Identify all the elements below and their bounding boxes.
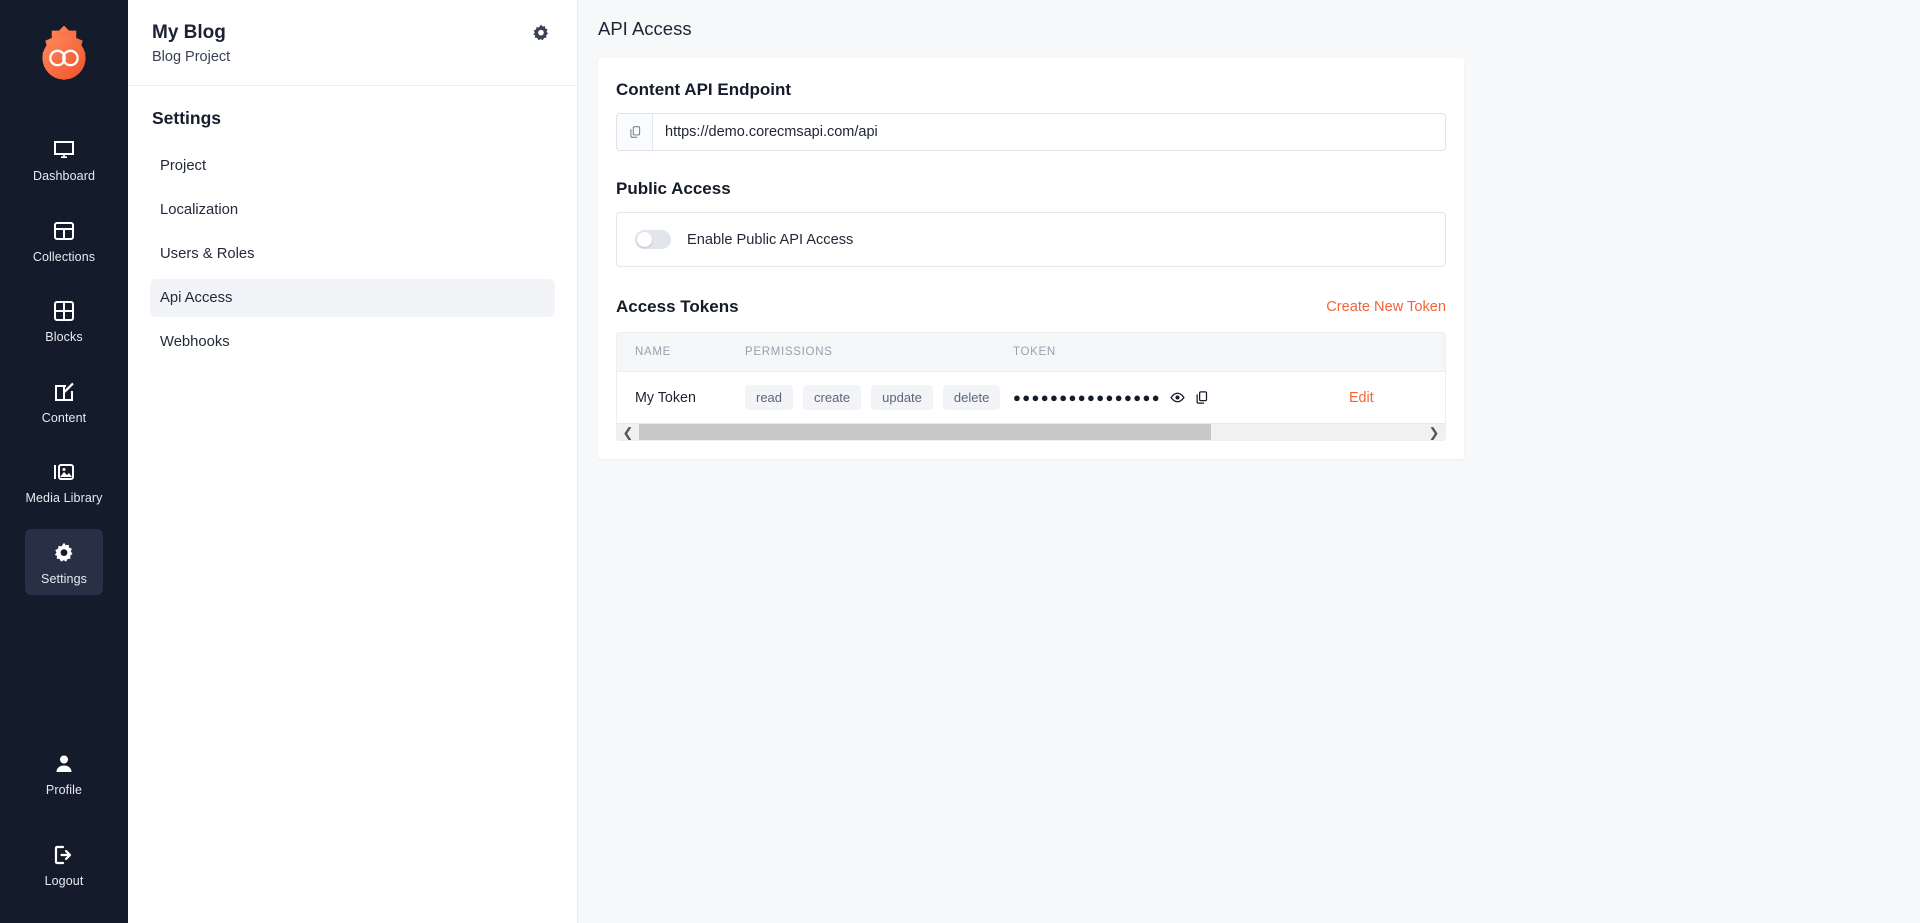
- permission-pill-update: update: [871, 385, 933, 410]
- masked-token-value: ●●●●●●●●●●●●●●●●: [1013, 390, 1162, 405]
- gear-icon: [52, 541, 76, 565]
- card-body: Content API Endpoint https://demo.corecm…: [598, 80, 1464, 441]
- chevron-right-icon[interactable]: ❯: [1423, 426, 1445, 439]
- table-icon: [52, 219, 76, 243]
- settings-section-title: Settings: [152, 107, 222, 128]
- sidebar-item-webhooks[interactable]: Webhooks: [150, 323, 555, 361]
- rail-item-label: Collections: [32, 249, 96, 264]
- gear-icon[interactable]: [531, 23, 551, 43]
- copy-icon[interactable]: [617, 114, 653, 150]
- column-header-name: NAME: [617, 333, 745, 372]
- api-access-card: Content API Endpoint https://demo.corecm…: [598, 58, 1464, 459]
- settings-sidebar: My Blog Blog Project Settings Project Lo…: [128, 0, 578, 923]
- column-header-actions: [1349, 333, 1445, 372]
- rail-item-label: Profile: [45, 783, 83, 797]
- permission-pill-read: read: [745, 385, 794, 410]
- public-access-box: Enable Public API Access: [616, 212, 1446, 267]
- main-content: API Access Content API Endpoint https://…: [578, 0, 1920, 923]
- eye-icon[interactable]: [1170, 390, 1185, 405]
- rail-item-label: Logout: [44, 873, 84, 888]
- create-new-token-button[interactable]: Create New Token: [1326, 299, 1446, 315]
- scrollbar-track[interactable]: [639, 423, 1423, 440]
- settings-nav-panel: Settings Project Localization Users & Ro…: [128, 86, 577, 361]
- rail-item-label: Settings: [41, 571, 87, 586]
- rail-item-collections[interactable]: Collections: [25, 207, 103, 274]
- tokens-table: NAME PERMISSIONS TOKEN My Token read cre…: [617, 333, 1445, 423]
- token-value-group: ●●●●●●●●●●●●●●●●: [1013, 390, 1349, 405]
- grid-icon: [52, 299, 76, 323]
- access-tokens-header: Access Tokens Create New Token: [616, 297, 1446, 317]
- project-subtitle: Blog Project: [152, 48, 231, 65]
- tokens-table-horizontal-scrollbar[interactable]: ❮ ❯: [617, 423, 1445, 440]
- app-root: Dashboard Collections Blocks Content Med…: [0, 0, 1920, 923]
- copy-icon[interactable]: [1194, 390, 1209, 405]
- token-permissions: read create update delete: [745, 372, 1013, 424]
- table-row: My Token read create update delete ●●●●●…: [617, 372, 1445, 424]
- monitor-icon: [52, 138, 76, 162]
- rail-item-settings[interactable]: Settings: [25, 528, 103, 595]
- token-name: My Token: [635, 389, 696, 406]
- project-name: My Blog: [152, 22, 226, 43]
- public-access-title: Public Access: [616, 179, 731, 198]
- chevron-left-icon[interactable]: ❮: [617, 426, 639, 439]
- rail-item-media-library[interactable]: Media Library: [25, 448, 103, 515]
- column-header-token: TOKEN: [1013, 333, 1349, 372]
- user-icon: [52, 752, 76, 776]
- rail-item-label: Blocks: [45, 330, 83, 344]
- page-title: API Access: [598, 18, 692, 39]
- toggle-knob: [637, 232, 652, 247]
- rail-item-blocks[interactable]: Blocks: [25, 287, 103, 354]
- endpoint-field: https://demo.corecmsapi.com/api: [616, 113, 1446, 151]
- permission-pill-delete: delete: [942, 385, 1001, 410]
- token-actions-cell: Edit: [1349, 372, 1445, 424]
- rail-item-logout[interactable]: Logout: [25, 831, 103, 898]
- permission-pill-create: create: [803, 385, 862, 410]
- tokens-table-body: My Token read create update delete ●●●●●…: [617, 372, 1445, 424]
- content-api-endpoint-title: Content API Endpoint: [616, 80, 792, 99]
- rail-item-label: Media Library: [25, 491, 103, 505]
- column-header-permissions: PERMISSIONS: [745, 333, 1013, 372]
- rail-item-dashboard[interactable]: Dashboard: [25, 126, 103, 193]
- image-icon: [52, 460, 76, 484]
- table-header-row: NAME PERMISSIONS TOKEN: [617, 333, 1445, 372]
- edit-token-button[interactable]: Edit: [1349, 390, 1374, 406]
- access-tokens-title: Access Tokens: [616, 297, 739, 316]
- rail-item-label: Dashboard: [32, 169, 96, 183]
- sidebar-item-users-roles[interactable]: Users & Roles: [150, 235, 555, 273]
- rail-item-content[interactable]: Content: [25, 368, 103, 435]
- endpoint-value[interactable]: https://demo.corecmsapi.com/api: [653, 114, 1445, 150]
- sidebar-item-project[interactable]: Project: [150, 147, 555, 185]
- token-value-cell: ●●●●●●●●●●●●●●●●: [1013, 372, 1349, 424]
- sidebar-item-localization[interactable]: Localization: [150, 191, 555, 229]
- rail-item-list: Dashboard Collections Blocks Content Med…: [0, 126, 128, 609]
- rail-item-label: Content: [41, 410, 87, 425]
- settings-nav-list: Project Localization Users & Roles Api A…: [150, 147, 555, 361]
- sidebar-item-api-access[interactable]: Api Access: [150, 278, 555, 317]
- tokens-table-head: NAME PERMISSIONS TOKEN: [617, 333, 1445, 372]
- toggle-label: Enable Public API Access: [687, 231, 854, 248]
- project-header-text: My Blog Blog Project: [152, 20, 230, 65]
- scrollbar-thumb[interactable]: [639, 423, 1212, 440]
- enable-public-api-toggle[interactable]: [635, 230, 671, 249]
- rail-bottom-group: Profile Logout: [0, 740, 128, 897]
- primary-nav-rail: Dashboard Collections Blocks Content Med…: [0, 0, 128, 923]
- edit-square-icon: [52, 380, 76, 404]
- tokens-table-wrapper: NAME PERMISSIONS TOKEN My Token read cre…: [616, 332, 1446, 441]
- infinity-gear-logo: [28, 22, 100, 94]
- project-header: My Blog Blog Project: [128, 0, 577, 86]
- logout-icon: [52, 843, 76, 867]
- rail-item-profile[interactable]: Profile: [25, 740, 103, 807]
